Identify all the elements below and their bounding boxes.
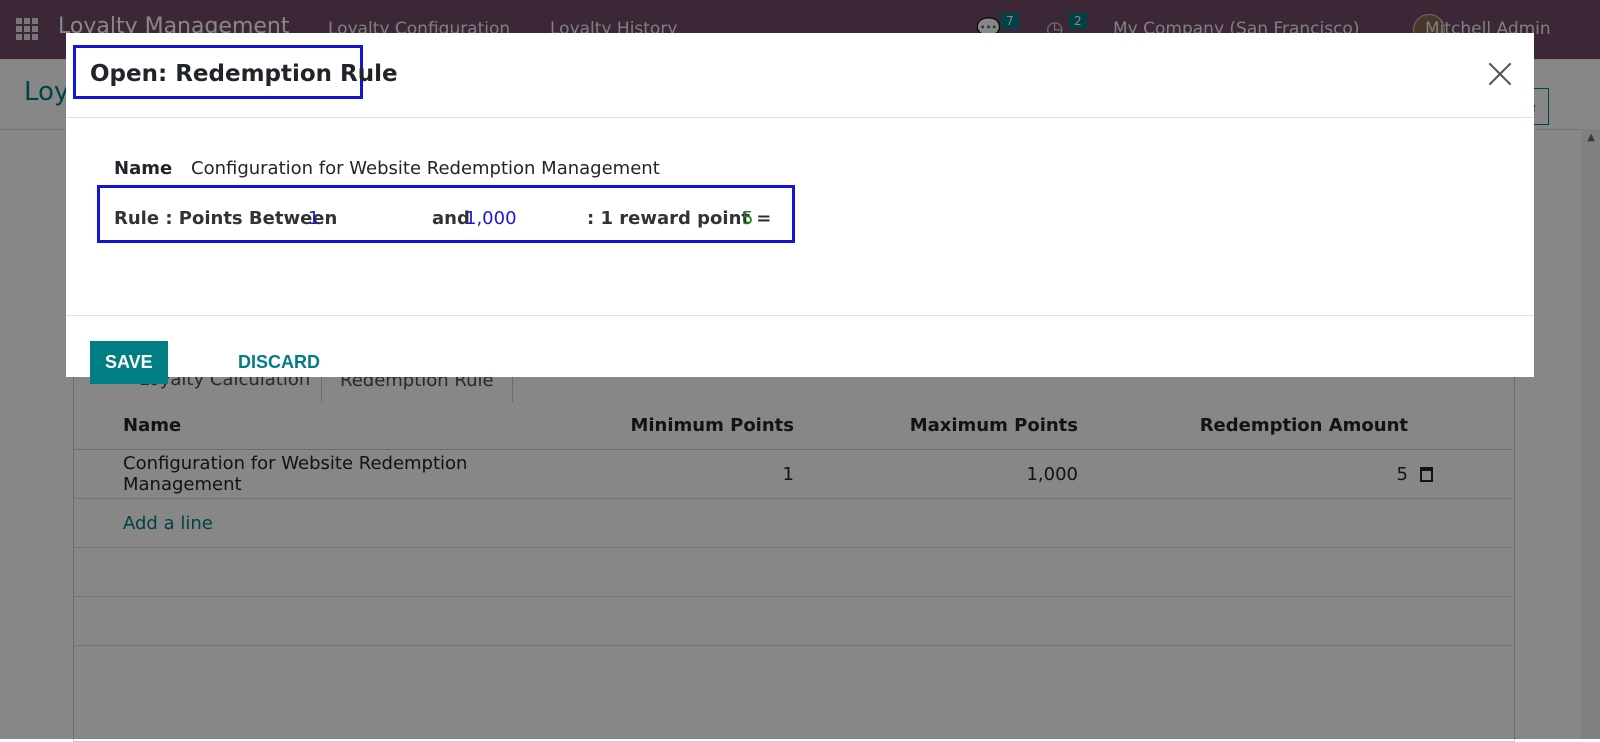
- close-icon[interactable]: [1483, 57, 1517, 91]
- reward-amount-field[interactable]: 5: [742, 208, 753, 229]
- save-button[interactable]: SAVE: [90, 341, 168, 384]
- max-points-field[interactable]: 1,000: [465, 208, 517, 229]
- name-field[interactable]: Configuration for Website Redemption Man…: [191, 158, 660, 179]
- modal-header: Open: Redemption Rule: [66, 33, 1534, 118]
- modal-body: Name Configuration for Website Redemptio…: [66, 118, 1534, 314]
- redemption-rule-dialog: Open: Redemption Rule Name Configuration…: [66, 33, 1534, 384]
- name-label: Name: [114, 158, 173, 179]
- min-points-field[interactable]: 1: [308, 208, 319, 229]
- modal-title: Open: Redemption Rule: [90, 61, 398, 87]
- modal-footer: SAVE DISCARD: [66, 315, 1534, 384]
- discard-button[interactable]: DISCARD: [226, 341, 332, 384]
- rule-label: Rule : Points Between: [114, 208, 338, 229]
